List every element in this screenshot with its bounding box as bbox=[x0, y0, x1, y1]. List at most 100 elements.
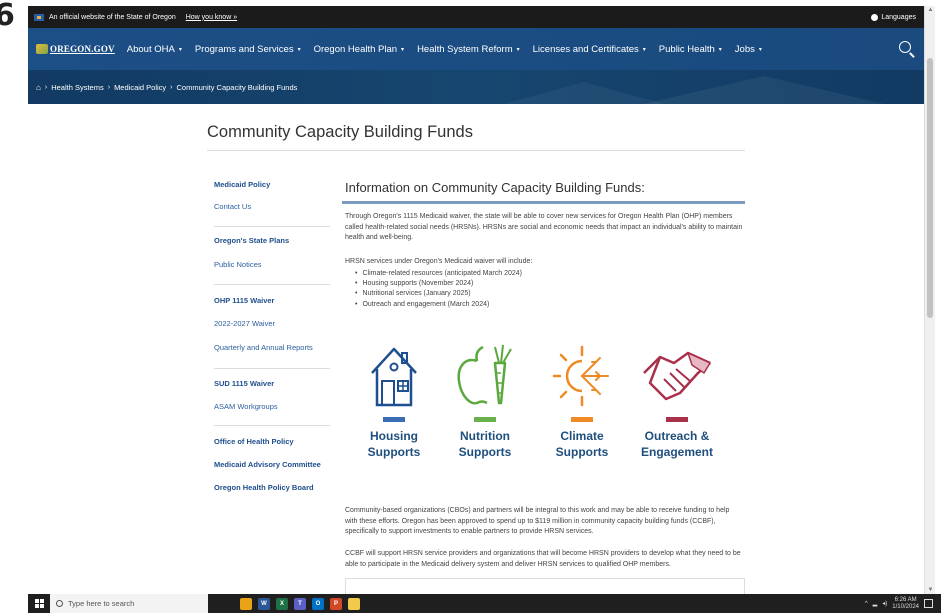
edge-glyph: 6 bbox=[0, 0, 15, 33]
nav-item[interactable]: Jobs ▾ bbox=[735, 44, 762, 55]
sidebar-link[interactable]: Quarterly and Annual Reports bbox=[214, 343, 313, 352]
oregon-gov-logo[interactable]: OREGON.GOV bbox=[36, 44, 115, 54]
nav-item-label: Oregon Health Plan bbox=[313, 43, 398, 55]
sidebar-link[interactable]: SUD 1115 Waiver bbox=[214, 379, 274, 388]
how-you-know-link[interactable]: How you know » bbox=[186, 14, 237, 21]
windows-start-icon[interactable] bbox=[28, 594, 50, 613]
sun-snowflake-icon bbox=[552, 345, 609, 407]
chevron-down-icon: ▾ bbox=[297, 46, 301, 53]
nav-item[interactable]: Oregon Health Plan ▾ bbox=[314, 44, 404, 55]
home-icon[interactable]: ⌂ bbox=[36, 83, 41, 92]
nav-item-label: Public Health bbox=[658, 43, 715, 55]
ccbf-support-paragraph: CCBF will support HRSN service providers… bbox=[345, 550, 741, 568]
notifications-icon[interactable] bbox=[924, 599, 933, 608]
nav-item[interactable]: Health System Reform ▾ bbox=[417, 44, 520, 55]
nav-item-label: Licenses and Certificates bbox=[532, 43, 639, 55]
nav-item[interactable]: Public Health ▾ bbox=[659, 44, 722, 55]
chevron-down-icon: ▾ bbox=[401, 46, 405, 53]
nutrition-swatch bbox=[474, 417, 496, 422]
tile-outreach: Outreach & Engagement bbox=[632, 343, 722, 460]
nav-item[interactable]: About OHA ▾ bbox=[127, 44, 182, 55]
sidebar-link[interactable]: Public Notices bbox=[214, 260, 262, 269]
chrome-icon[interactable] bbox=[240, 597, 252, 610]
content-box bbox=[345, 578, 745, 594]
nav-item-label: Programs and Services bbox=[194, 43, 294, 55]
taskbar-search-placeholder: Type here to search bbox=[68, 599, 135, 608]
tile-housing: Housing Supports bbox=[349, 343, 439, 460]
sidebar-link[interactable]: Medicaid Advisory Committee bbox=[214, 460, 321, 469]
intro-paragraph: Through Oregon's 1115 Medicaid waiver, t… bbox=[345, 213, 743, 241]
globe-icon bbox=[871, 13, 879, 21]
sidebar-link[interactable]: ASAM Workgroups bbox=[214, 402, 278, 411]
nav-item[interactable]: Programs and Services ▾ bbox=[195, 44, 301, 55]
flag-icon bbox=[34, 13, 44, 21]
nav-item-label: Jobs bbox=[734, 43, 755, 55]
chevron-down-icon: ▾ bbox=[718, 46, 722, 53]
sidebar-link[interactable]: Contact Us bbox=[214, 202, 251, 211]
oregon-logo-icon bbox=[36, 44, 48, 54]
scrollbar-thumb[interactable] bbox=[927, 58, 933, 318]
teams-icon[interactable]: T bbox=[294, 597, 306, 610]
sidebar-divider bbox=[214, 368, 330, 369]
ccbf-paragraph: Community-based organizations (CBOs) and… bbox=[345, 507, 730, 535]
breadcrumb-item[interactable]: Health Systems bbox=[51, 83, 104, 92]
main-nav: OREGON.GOV About OHA ▾ Programs and Servic… bbox=[28, 28, 924, 70]
title-divider bbox=[207, 150, 745, 151]
sidebar-link[interactable]: OHP 1115 Waiver bbox=[214, 296, 274, 305]
list-item: Housing supports (November 2024) bbox=[355, 279, 522, 289]
tile-nutrition: Nutrition Supports bbox=[440, 343, 530, 460]
climate-swatch bbox=[571, 417, 593, 422]
outreach-swatch bbox=[666, 417, 688, 422]
apple-carrot-icon bbox=[457, 344, 512, 405]
word-icon[interactable]: W bbox=[258, 597, 270, 610]
windows-taskbar: Type here to search WXTOP ^ ▂ ◂) 6:26 AM… bbox=[28, 594, 941, 613]
house-icon bbox=[371, 347, 417, 407]
chevron-down-icon: ▾ bbox=[758, 46, 762, 53]
chevron-down-icon: ▾ bbox=[642, 46, 646, 53]
languages-label: Languages bbox=[881, 13, 916, 21]
sidebar-link[interactable]: Oregon Health Policy Board bbox=[214, 483, 314, 492]
breadcrumb: ⌂ › Health Systems › Medicaid Policy › Commun… bbox=[28, 70, 924, 104]
housing-swatch bbox=[383, 417, 405, 422]
clock[interactable]: 6:26 AM 1/10/2024 bbox=[892, 597, 919, 611]
sidebar-link[interactable]: Office of Health Policy bbox=[214, 437, 294, 446]
list-item: Climate-related resources (anticipated M… bbox=[355, 269, 522, 279]
languages-button[interactable]: Languages bbox=[871, 13, 916, 21]
tile-climate-label: Climate Supports bbox=[555, 429, 609, 459]
nav-item[interactable]: Licenses and Certificates ▾ bbox=[533, 44, 646, 55]
services-intro: HRSN services under Oregon's Medicaid wa… bbox=[345, 258, 533, 265]
tile-nutrition-label: Nutrition Supports bbox=[458, 429, 512, 459]
file-explorer-icon[interactable] bbox=[348, 597, 360, 610]
chevron-up-icon[interactable]: ^ bbox=[865, 601, 868, 607]
official-website-banner: An official website of the State of Oreg… bbox=[28, 6, 924, 28]
scroll-down-arrow-icon[interactable]: ▼ bbox=[926, 586, 935, 594]
left-edge-strip: 6 bbox=[0, 0, 28, 594]
sidebar-link[interactable]: 2022-2027 Waiver bbox=[214, 319, 275, 328]
system-tray: ^ ▂ ◂) 6:26 AM 1/10/2024 bbox=[865, 597, 933, 611]
vertical-scrollbar[interactable]: ▲ ▼ bbox=[924, 6, 935, 594]
network-icon[interactable]: ▂ bbox=[873, 600, 878, 607]
outlook-icon[interactable]: O bbox=[312, 597, 324, 610]
sidebar-link[interactable]: Medicaid Policy bbox=[214, 180, 270, 189]
tile-climate: Climate Supports bbox=[537, 343, 627, 460]
powerpoint-icon[interactable]: P bbox=[330, 597, 342, 610]
search-icon bbox=[56, 600, 63, 607]
nav-menu: About OHA ▾ Programs and Services ▾ Oregon H… bbox=[127, 44, 762, 55]
browser-page: 6 An official website of the State of Or… bbox=[0, 0, 941, 613]
scroll-up-arrow-icon[interactable]: ▲ bbox=[926, 6, 935, 14]
handshake-icon bbox=[643, 351, 712, 401]
chevron-down-icon: ▾ bbox=[516, 46, 520, 53]
excel-icon[interactable]: X bbox=[276, 597, 288, 610]
list-item: Nutritional services (January 2025) bbox=[355, 289, 522, 299]
breadcrumb-item[interactable]: Medicaid Policy bbox=[114, 83, 166, 92]
sidebar-divider bbox=[214, 425, 330, 426]
section-heading: Information on Community Capacity Buildi… bbox=[345, 180, 645, 195]
nav-item-label: Health System Reform bbox=[417, 43, 513, 55]
search-icon[interactable] bbox=[898, 40, 916, 58]
sidebar-link[interactable]: Oregon's State Plans bbox=[214, 236, 289, 245]
volume-icon[interactable]: ◂) bbox=[882, 600, 887, 607]
logo-text: OREGON.GOV bbox=[50, 44, 115, 54]
sidebar-divider bbox=[214, 226, 330, 227]
taskbar-search-box[interactable]: Type here to search bbox=[50, 594, 208, 613]
breadcrumb-separator-icon: › bbox=[170, 83, 173, 91]
